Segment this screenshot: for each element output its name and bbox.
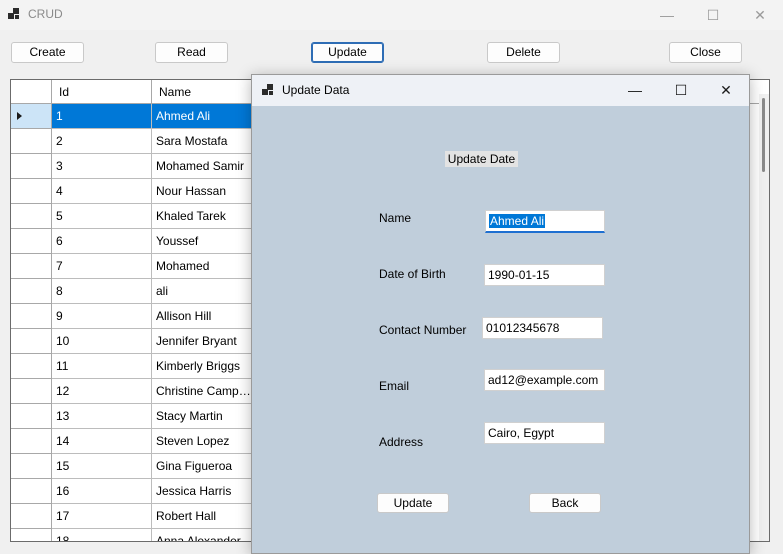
- dob-field[interactable]: [484, 264, 605, 286]
- cell-id[interactable]: 9: [52, 304, 152, 329]
- cell-id[interactable]: 18: [52, 529, 152, 541]
- app-window-icon: [8, 8, 22, 20]
- delete-button[interactable]: Delete: [487, 42, 560, 63]
- row-header[interactable]: [11, 204, 52, 229]
- cell-id[interactable]: 6: [52, 229, 152, 254]
- dialog-titlebar: Update Data — ☐ ✕: [252, 75, 749, 106]
- cell-id[interactable]: 7: [52, 254, 152, 279]
- cell-id[interactable]: 1: [52, 104, 152, 129]
- row-header[interactable]: [11, 379, 52, 404]
- cell-id[interactable]: 14: [52, 429, 152, 454]
- cell-id[interactable]: 3: [52, 154, 152, 179]
- email-field[interactable]: [484, 369, 605, 391]
- row-header[interactable]: [11, 304, 52, 329]
- dialog-window-icon: [262, 84, 276, 96]
- cell-id[interactable]: 2: [52, 129, 152, 154]
- cell-id[interactable]: 16: [52, 479, 152, 504]
- dialog-heading: Update Date: [445, 151, 518, 167]
- dialog-close-button[interactable]: ✕: [703, 75, 749, 105]
- dialog-update-button[interactable]: Update: [377, 493, 449, 513]
- close-window-button[interactable]: ✕: [737, 0, 783, 30]
- address-label: Address: [379, 435, 424, 449]
- cell-id[interactable]: 13: [52, 404, 152, 429]
- cell-id[interactable]: 10: [52, 329, 152, 354]
- column-header-id[interactable]: Id: [52, 80, 152, 104]
- dob-label: Date of Birth: [379, 267, 446, 281]
- close-button[interactable]: Close: [669, 42, 742, 63]
- update-button[interactable]: Update: [311, 42, 384, 63]
- dialog-title: Update Data: [282, 83, 350, 97]
- row-header[interactable]: [11, 504, 52, 529]
- cell-id[interactable]: 5: [52, 204, 152, 229]
- scrollbar-thumb[interactable]: [762, 98, 765, 172]
- dialog-minimize-button[interactable]: —: [612, 75, 658, 105]
- name-field-selection: Ahmed Ali: [489, 214, 546, 228]
- current-row-arrow-icon: [17, 112, 22, 120]
- row-header[interactable]: [11, 354, 52, 379]
- cell-id[interactable]: 11: [52, 354, 152, 379]
- window-title: CRUD: [28, 7, 63, 21]
- cell-id[interactable]: 17: [52, 504, 152, 529]
- cell-id[interactable]: 15: [52, 454, 152, 479]
- row-header[interactable]: [11, 254, 52, 279]
- cell-id[interactable]: 8: [52, 279, 152, 304]
- email-label: Email: [379, 379, 410, 393]
- contact-number-field[interactable]: [482, 317, 603, 339]
- row-header[interactable]: [11, 454, 52, 479]
- row-header[interactable]: [11, 529, 52, 541]
- row-header[interactable]: [11, 479, 52, 504]
- name-field[interactable]: Ahmed Ali: [485, 210, 605, 233]
- read-button[interactable]: Read: [155, 42, 228, 63]
- create-button[interactable]: Create: [11, 42, 84, 63]
- row-header[interactable]: [11, 404, 52, 429]
- cell-id[interactable]: 12: [52, 379, 152, 404]
- row-header[interactable]: [11, 104, 52, 129]
- main-titlebar: CRUD — ☐ ✕: [0, 0, 783, 30]
- maximize-button[interactable]: ☐: [690, 0, 736, 30]
- contact-number-label: Contact Number: [379, 323, 467, 337]
- dialog-maximize-button[interactable]: ☐: [658, 75, 704, 105]
- update-data-dialog: Update Data — ☐ ✕ Update Date Name Ahmed…: [251, 74, 750, 554]
- row-header[interactable]: [11, 229, 52, 254]
- row-header[interactable]: [11, 129, 52, 154]
- row-header[interactable]: [11, 279, 52, 304]
- row-header[interactable]: [11, 154, 52, 179]
- back-button[interactable]: Back: [529, 493, 601, 513]
- row-header[interactable]: [11, 329, 52, 354]
- grid-vertical-scrollbar[interactable]: [759, 94, 769, 541]
- name-label: Name: [379, 211, 412, 225]
- minimize-button[interactable]: —: [644, 0, 690, 30]
- cell-id[interactable]: 4: [52, 179, 152, 204]
- row-header[interactable]: [11, 429, 52, 454]
- grid-corner-header[interactable]: [11, 80, 52, 104]
- address-field[interactable]: [484, 422, 605, 444]
- row-header[interactable]: [11, 179, 52, 204]
